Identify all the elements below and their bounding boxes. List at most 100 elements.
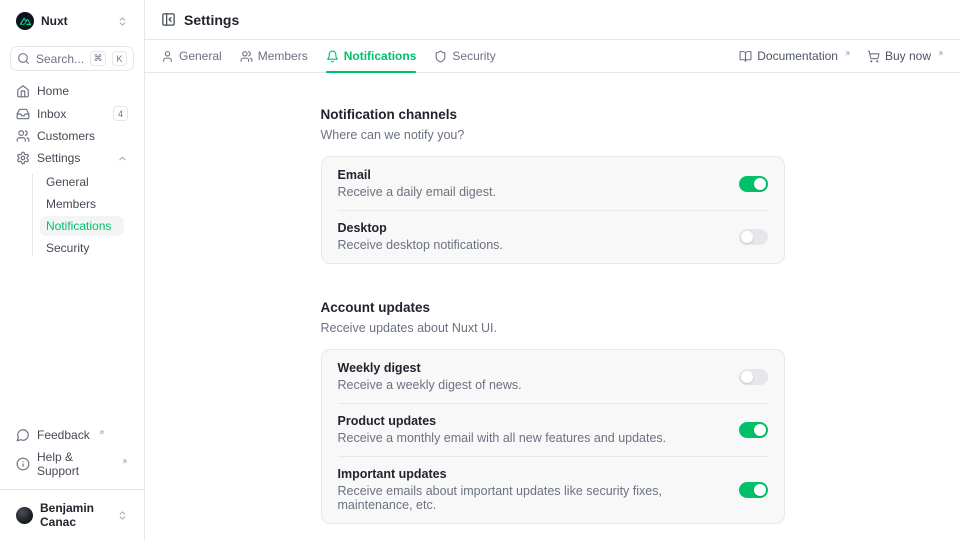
main-panel: Settings General Members Notifications [145,0,960,540]
chevron-up-down-icon [117,16,128,27]
desktop-toggle[interactable] [739,229,768,245]
setting-label: Email [338,168,727,182]
gear-icon [16,151,30,165]
header-links: Documentation Buy now [739,49,944,63]
product-updates-toggle[interactable] [739,422,768,438]
sidebar-item-label: Customers [37,129,128,143]
chevron-up-down-icon [117,510,128,521]
team-switcher[interactable]: Nuxt [10,8,134,34]
page-header: Settings [145,0,960,40]
tab-label: Security [452,49,495,63]
sidebar-item-label: Notifications [46,219,118,233]
sidebar-item-customers[interactable]: Customers [10,126,134,146]
sidebar-item-general[interactable]: General [40,172,124,192]
tab-security[interactable]: Security [434,40,495,72]
tab-notifications[interactable]: Notifications [326,40,417,72]
kbd-k: K [112,51,127,66]
settings-subnav: General Members Notifications Security [20,172,124,258]
inbox-icon [16,107,30,121]
setting-row-email: Email Receive a daily email digest. [322,157,784,210]
user-menu[interactable]: Benjamin Canac [10,498,134,532]
sidebar-item-label: General [46,175,118,189]
sidebar-nav: Home Inbox 4 Customers Settings [0,81,144,258]
sidebar-item-label: Security [46,241,118,255]
setting-label: Desktop [338,221,727,235]
account-updates-card: Weekly digest Receive a weekly digest of… [321,349,785,524]
sidebar-item-label: Members [46,197,118,211]
link-label: Documentation [757,49,838,63]
tab-general[interactable]: General [161,40,222,72]
sidebar-item-label: Settings [37,151,110,165]
sidebar-item-members[interactable]: Members [40,194,124,214]
sidebar-item-notifications[interactable]: Notifications [40,216,124,236]
setting-row-product-updates: Product updates Receive a monthly email … [322,403,784,456]
settings-tabs: General Members Notifications Security [145,40,960,73]
notification-channels-card: Email Receive a daily email digest. Desk… [321,156,785,264]
setting-description: Receive emails about important updates l… [338,484,727,512]
setting-description: Receive a daily email digest. [338,185,727,199]
panel-left-close-icon[interactable] [161,12,176,27]
setting-label: Product updates [338,414,727,428]
chevron-up-icon [117,153,128,164]
arrow-up-right-icon [844,50,851,57]
arrow-up-right-icon [937,50,944,57]
search-icon [17,52,30,65]
section-account-updates: Account updates Receive updates about Nu… [321,300,785,524]
sidebar-item-label: Feedback [37,428,90,442]
user-icon [161,50,174,63]
search-input[interactable]: Search... ⌘ K [10,46,134,71]
user-name: Benjamin Canac [40,501,110,529]
tab-label: General [179,49,222,63]
sidebar-item-inbox[interactable]: Inbox 4 [10,103,134,124]
settings-content: Notification channels Where can we notif… [145,73,960,540]
section-description: Receive updates about Nuxt UI. [321,321,785,335]
sidebar-item-settings[interactable]: Settings [10,148,134,168]
section-title: Notification channels [321,107,785,122]
page-title: Settings [184,12,239,28]
email-toggle[interactable] [739,176,768,192]
setting-description: Receive a weekly digest of news. [338,378,727,392]
tab-label: Members [258,49,308,63]
bell-icon [326,50,339,63]
nuxt-logo-icon [16,12,34,30]
kbd-cmd: ⌘ [90,51,106,66]
tab-members[interactable]: Members [240,40,308,72]
buy-now-link[interactable]: Buy now [867,49,944,63]
documentation-link[interactable]: Documentation [739,49,851,63]
sidebar-item-security[interactable]: Security [40,238,124,258]
sidebar: Nuxt Search... ⌘ K Home [0,0,145,540]
setting-label: Weekly digest [338,361,727,375]
arrow-up-right-icon [98,429,105,436]
weekly-digest-toggle[interactable] [739,369,768,385]
link-label: Buy now [885,49,931,63]
info-circle-icon [16,457,30,471]
sidebar-divider [0,489,144,490]
help-support-link[interactable]: Help & Support [10,447,134,481]
arrow-up-right-icon [121,458,128,465]
setting-description: Receive desktop notifications. [338,238,727,252]
sidebar-item-label: Help & Support [37,450,113,478]
setting-label: Important updates [338,467,727,481]
shield-icon [434,50,447,63]
tab-label: Notifications [344,49,417,63]
sidebar-item-home[interactable]: Home [10,81,134,101]
avatar [16,507,33,524]
search-placeholder: Search... [36,52,84,66]
cart-icon [867,50,880,63]
team-name: Nuxt [41,14,110,28]
chat-bubble-icon [16,428,30,442]
section-notification-channels: Notification channels Where can we notif… [321,107,785,264]
home-icon [16,84,30,98]
sidebar-footer: Feedback Help & Support [0,425,144,481]
important-updates-toggle[interactable] [739,482,768,498]
app-window: Nuxt Search... ⌘ K Home [0,0,960,540]
feedback-link[interactable]: Feedback [10,425,134,445]
setting-row-weekly-digest: Weekly digest Receive a weekly digest of… [322,350,784,403]
inbox-count-badge: 4 [113,106,128,121]
section-description: Where can we notify you? [321,128,785,142]
book-open-icon [739,50,752,63]
users-icon [16,129,30,143]
sidebar-item-label: Inbox [37,107,106,121]
setting-row-important-updates: Important updates Receive emails about i… [322,456,784,523]
section-title: Account updates [321,300,785,315]
